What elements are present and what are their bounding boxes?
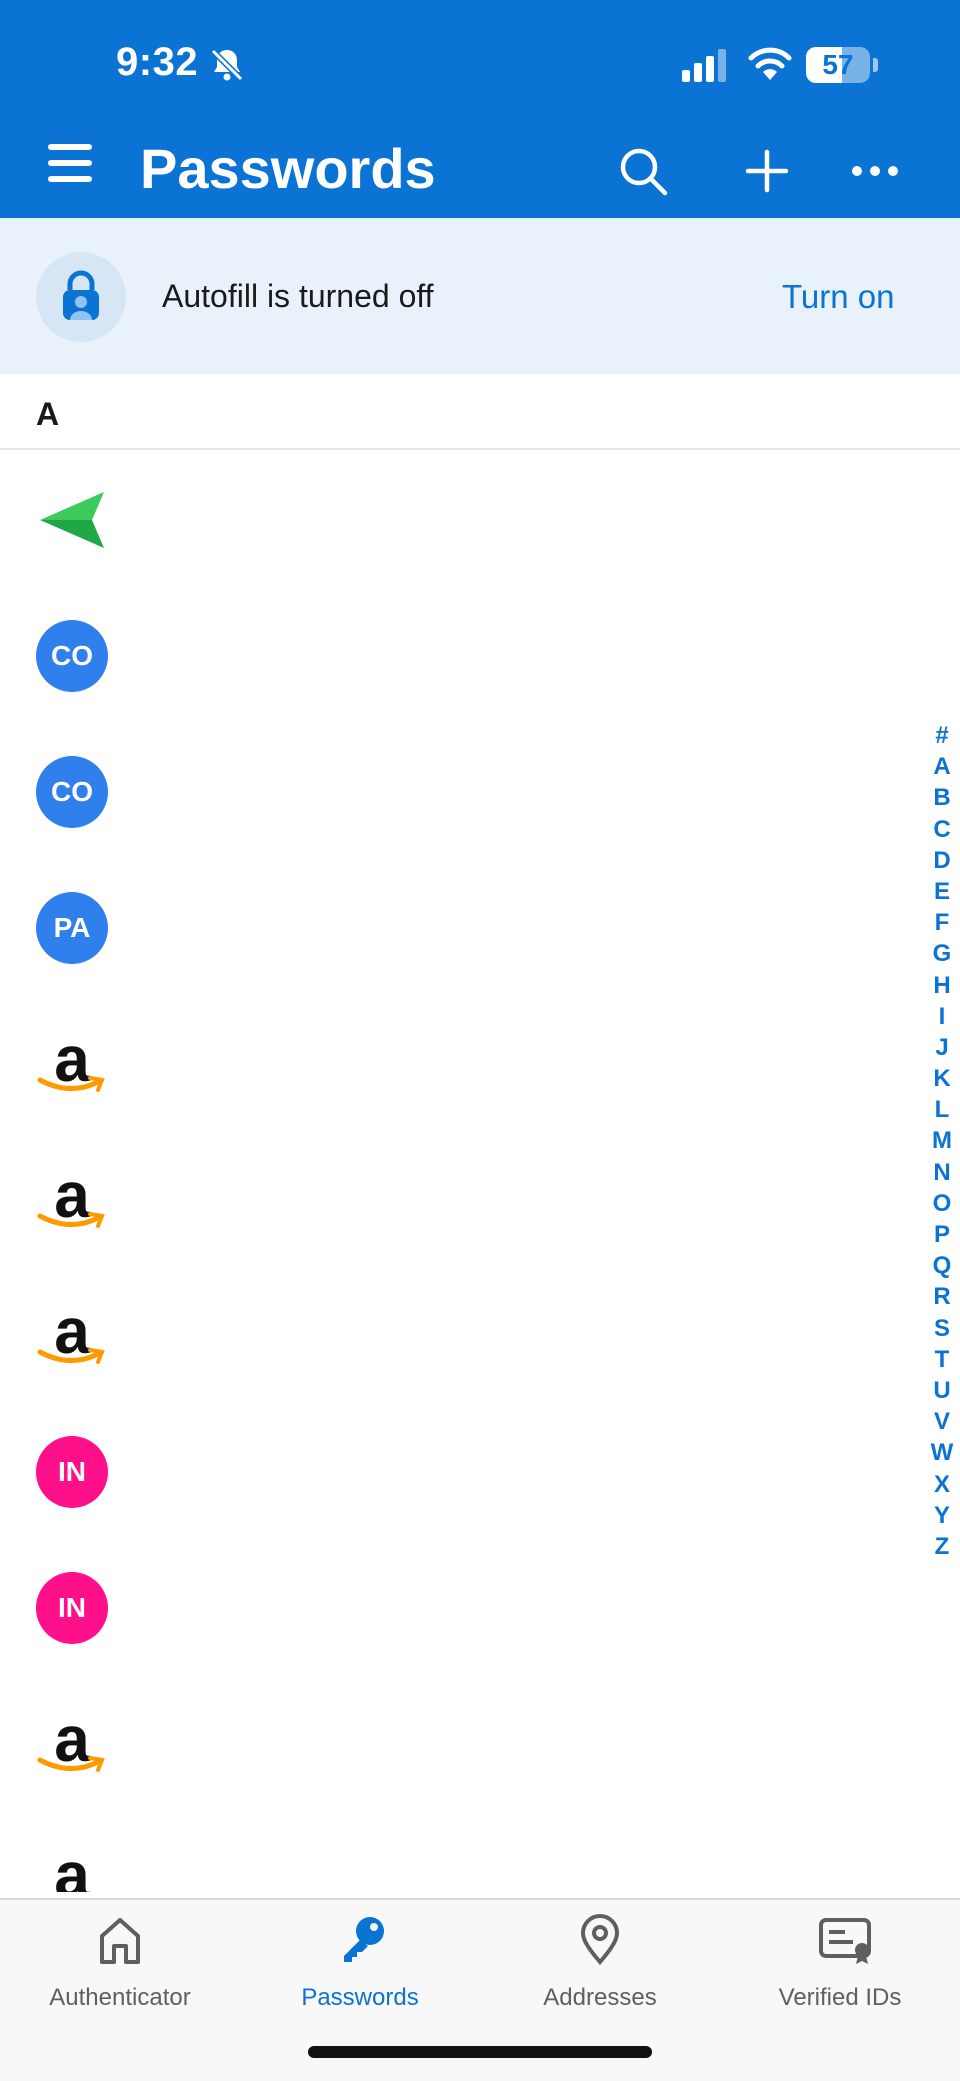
- amazon-logo-icon: a: [36, 1023, 108, 1100]
- amazon-logo-icon: a: [36, 1703, 108, 1780]
- index-letter[interactable]: G: [924, 938, 960, 969]
- app-bar: Passwords: [0, 120, 960, 218]
- index-letter[interactable]: V: [924, 1406, 960, 1437]
- tab-addresses[interactable]: Addresses: [480, 1900, 720, 2050]
- index-letter[interactable]: E: [924, 876, 960, 907]
- tab-label: Authenticator: [49, 1984, 191, 2011]
- section-header: A: [0, 374, 960, 450]
- index-letter[interactable]: H: [924, 970, 960, 1001]
- index-letter[interactable]: Y: [924, 1500, 960, 1531]
- index-letter[interactable]: L: [924, 1094, 960, 1125]
- index-letter[interactable]: X: [924, 1469, 960, 1500]
- home-icon: [100, 1918, 140, 1964]
- add-icon[interactable]: [740, 144, 794, 198]
- index-letter[interactable]: U: [924, 1375, 960, 1406]
- index-letter[interactable]: B: [924, 782, 960, 813]
- amazon-logo-icon: a: [36, 1839, 108, 1892]
- index-letter[interactable]: J: [924, 1032, 960, 1063]
- tab-verified-ids[interactable]: Verified IDs: [720, 1900, 960, 2050]
- status-time: 9:32: [116, 40, 199, 84]
- password-entry[interactable]: a: [0, 1676, 900, 1812]
- password-entry[interactable]: a: [0, 1812, 900, 1892]
- index-letter[interactable]: N: [924, 1157, 960, 1188]
- id-card-icon: [819, 1918, 871, 1964]
- tab-label: Addresses: [543, 1984, 657, 2011]
- bell-slash-icon: [210, 48, 244, 82]
- tab-authenticator[interactable]: Authenticator: [0, 1900, 240, 2050]
- site-initials-avatar: PA: [36, 892, 108, 964]
- password-entry[interactable]: IN: [0, 1404, 900, 1540]
- avatar-initials: PA: [53, 912, 91, 943]
- tab-passwords[interactable]: Passwords: [240, 1900, 480, 2050]
- index-letter[interactable]: I: [924, 1001, 960, 1032]
- turn-on-autofill-link[interactable]: Turn on: [782, 278, 895, 316]
- tab-label: Passwords: [301, 1984, 419, 2011]
- password-entry[interactable]: [0, 452, 900, 588]
- index-letter[interactable]: C: [924, 814, 960, 845]
- index-letter[interactable]: P: [924, 1219, 960, 1250]
- battery-indicator: 57: [806, 47, 878, 83]
- amazon-logo-icon: a: [36, 1159, 108, 1236]
- site-initials-avatar: IN: [36, 1436, 108, 1508]
- avatar-initials: CO: [51, 640, 93, 671]
- index-letter[interactable]: M: [924, 1125, 960, 1156]
- index-letter[interactable]: R: [924, 1281, 960, 1312]
- key-icon: [344, 1917, 384, 1962]
- tab-label: Verified IDs: [778, 1984, 902, 2011]
- hamburger-icon[interactable]: [48, 144, 96, 192]
- alphabet-index[interactable]: # A B C D E F G H I J K L M N O P Q R S T U V W X Y Z: [924, 720, 960, 1562]
- autofill-status-text: Autofill is turned off: [162, 278, 434, 314]
- index-letter[interactable]: O: [924, 1188, 960, 1219]
- avatar-initials: CO: [51, 776, 93, 807]
- password-entry[interactable]: a: [0, 1132, 900, 1268]
- index-letter[interactable]: F: [924, 907, 960, 938]
- site-initials-avatar: IN: [36, 1572, 108, 1644]
- password-list: CO CO PA a a a IN IN a a: [0, 452, 960, 1892]
- amazon-logo-icon: a: [36, 1295, 108, 1372]
- status-bar: 9:32 57: [0, 0, 960, 120]
- index-letter[interactable]: K: [924, 1063, 960, 1094]
- autofill-banner: Autofill is turned off Turn on: [0, 218, 960, 374]
- location-pin-icon: [580, 1914, 620, 1966]
- site-initials-avatar: CO: [36, 620, 108, 692]
- wifi-icon: [748, 47, 792, 80]
- send-arrow-logo-icon: [36, 484, 108, 556]
- index-letter[interactable]: T: [924, 1344, 960, 1375]
- cellular-signal-icon: [682, 49, 726, 82]
- password-entry[interactable]: a: [0, 1268, 900, 1404]
- index-letter[interactable]: Z: [924, 1531, 960, 1562]
- avatar-initials: IN: [58, 1592, 86, 1623]
- battery-percent: 57: [822, 49, 854, 80]
- index-letter[interactable]: D: [924, 845, 960, 876]
- home-indicator: [308, 2046, 652, 2058]
- page-title: Passwords: [140, 137, 436, 200]
- index-letter[interactable]: Q: [924, 1250, 960, 1281]
- password-entry[interactable]: PA: [0, 860, 900, 996]
- index-letter[interactable]: W: [924, 1437, 960, 1468]
- lock-person-icon: [36, 252, 126, 342]
- password-entry[interactable]: a: [0, 996, 900, 1132]
- password-entry[interactable]: CO: [0, 724, 900, 860]
- section-letter: A: [36, 396, 60, 432]
- index-letter[interactable]: #: [924, 720, 960, 751]
- more-icon[interactable]: [848, 144, 902, 198]
- avatar-initials: IN: [58, 1456, 86, 1487]
- site-initials-avatar: CO: [36, 756, 108, 828]
- search-icon[interactable]: [616, 144, 670, 198]
- password-entry[interactable]: CO: [0, 588, 900, 724]
- index-letter[interactable]: A: [924, 751, 960, 782]
- index-letter[interactable]: S: [924, 1313, 960, 1344]
- password-entry[interactable]: IN: [0, 1540, 900, 1676]
